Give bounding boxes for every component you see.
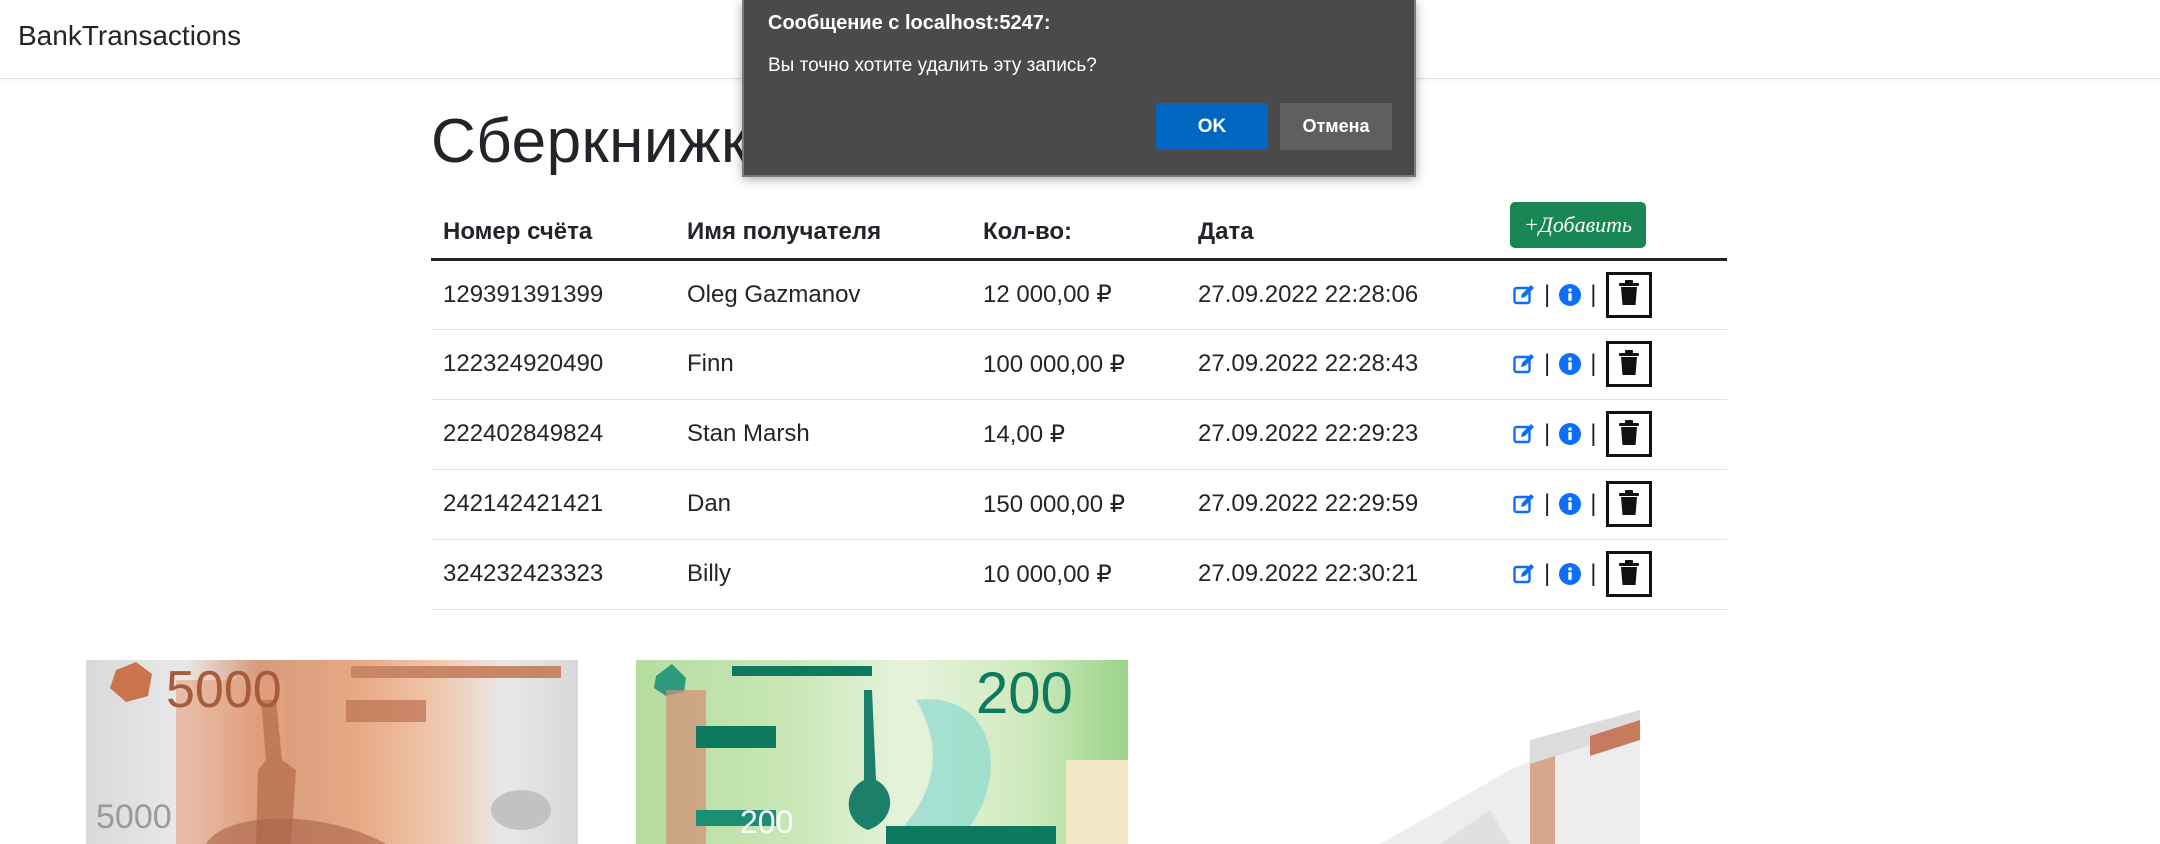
banknote-5000-big-numeral: 5000 — [166, 661, 282, 719]
row-actions: | | — [1510, 341, 1715, 387]
transactions-table: Номер счёта Имя получателя Кол-во: Дата … — [431, 196, 1727, 610]
table-row: 324232423323 Billy 10 000,00 ₽ 27.09.202… — [431, 539, 1727, 610]
info-icon[interactable] — [1556, 490, 1584, 518]
info-icon[interactable] — [1556, 350, 1584, 378]
cell-account: 122324920490 — [431, 329, 675, 400]
action-separator: | — [1544, 490, 1551, 517]
table-row: 242142421421 Dan 150 000,00 ₽ 27.09.2022… — [431, 469, 1727, 540]
delete-button[interactable] — [1606, 271, 1653, 318]
banknote-5000-small-numeral: 5000 — [96, 798, 172, 836]
info-icon[interactable] — [1556, 560, 1584, 588]
banknote-stack-image — [1380, 710, 1640, 844]
action-separator: | — [1544, 420, 1551, 447]
cell-account: 222402849824 — [431, 399, 675, 470]
cell-account: 324232423323 — [431, 539, 675, 610]
edit-icon[interactable] — [1510, 281, 1538, 309]
brand-link[interactable]: BankTransactions — [18, 20, 241, 52]
banknote-200-big-numeral: 200 — [976, 661, 1073, 726]
cell-actions: | | — [1502, 539, 1727, 610]
cell-date: 27.09.2022 22:29:59 — [1186, 469, 1502, 540]
header-date: Дата — [1186, 196, 1502, 261]
delete-button[interactable] — [1606, 481, 1653, 527]
cell-amount: 100 000,00 ₽ — [971, 329, 1186, 400]
header-amount: Кол-во: — [971, 196, 1186, 261]
trash-icon — [1618, 419, 1640, 449]
confirm-dialog: Сообщение с localhost:5247: Вы точно хот… — [742, 0, 1416, 177]
edit-icon[interactable] — [1510, 420, 1538, 448]
cell-amount: 10 000,00 ₽ — [971, 539, 1186, 610]
cell-recipient: Oleg Gazmanov — [675, 259, 971, 330]
trash-icon — [1618, 349, 1640, 379]
table-row: 222402849824 Stan Marsh 14,00 ₽ 27.09.20… — [431, 399, 1727, 470]
dialog-message: Вы точно хотите удалить эту запись? — [768, 55, 1097, 76]
row-actions: | | — [1510, 411, 1715, 457]
action-separator: | — [1544, 280, 1551, 308]
dialog-cancel-button[interactable]: Отмена — [1280, 103, 1392, 150]
action-separator: | — [1590, 560, 1597, 587]
table-row: 122324920490 Finn 100 000,00 ₽ 27.09.202… — [431, 329, 1727, 400]
delete-button[interactable] — [1606, 411, 1653, 457]
action-separator: | — [1590, 420, 1597, 447]
trash-icon — [1618, 280, 1640, 309]
header-actions: +Добавить — [1502, 196, 1727, 261]
cell-recipient: Billy — [675, 539, 971, 610]
info-icon[interactable] — [1556, 281, 1584, 309]
info-icon[interactable] — [1556, 420, 1584, 448]
edit-icon[interactable] — [1510, 560, 1538, 588]
cell-actions: | | — [1502, 399, 1727, 470]
action-separator: | — [1590, 280, 1597, 308]
table-header-row: Номер счёта Имя получателя Кол-во: Дата … — [431, 196, 1727, 261]
transactions-table-wrap: Номер счёта Имя получателя Кол-во: Дата … — [431, 196, 1727, 610]
trash-icon — [1618, 559, 1640, 589]
cell-account: 242142421421 — [431, 469, 675, 540]
table-row: 129391391399 Oleg Gazmanov 12 000,00 ₽ 2… — [431, 259, 1727, 330]
delete-button[interactable] — [1606, 551, 1653, 597]
edit-icon[interactable] — [1510, 350, 1538, 378]
cell-date: 27.09.2022 22:29:23 — [1186, 399, 1502, 470]
cell-amount: 150 000,00 ₽ — [971, 469, 1186, 540]
edit-icon[interactable] — [1510, 490, 1538, 518]
add-button[interactable]: +Добавить — [1510, 201, 1647, 248]
cell-actions: | | — [1502, 329, 1727, 400]
cell-amount: 12 000,00 ₽ — [971, 259, 1186, 330]
action-separator: | — [1590, 490, 1597, 517]
cell-account: 129391391399 — [431, 259, 675, 330]
action-separator: | — [1544, 560, 1551, 587]
action-separator: | — [1590, 350, 1597, 377]
delete-button[interactable] — [1606, 341, 1653, 387]
header-account: Номер счёта — [431, 196, 675, 261]
banknote-200-small-numeral: 200 — [740, 804, 794, 840]
banknote-5000-image: 5000 5000 — [86, 660, 578, 844]
cell-date: 27.09.2022 22:28:06 — [1186, 259, 1502, 330]
action-separator: | — [1544, 350, 1551, 377]
trash-icon — [1618, 489, 1640, 519]
header-recipient: Имя получателя — [675, 196, 971, 261]
dialog-ok-button[interactable]: OK — [1156, 103, 1268, 150]
cell-recipient: Finn — [675, 329, 971, 400]
cell-amount: 14,00 ₽ — [971, 399, 1186, 470]
cell-actions: | | — [1502, 259, 1727, 330]
banknote-200-image: 200 200 — [636, 660, 1128, 844]
cell-date: 27.09.2022 22:28:43 — [1186, 329, 1502, 400]
cell-recipient: Stan Marsh — [675, 399, 971, 470]
row-actions: | | — [1510, 551, 1715, 597]
cell-actions: | | — [1502, 469, 1727, 540]
page-title: Сберкнижка — [431, 107, 785, 176]
dialog-title: Сообщение с localhost:5247: — [768, 12, 1051, 34]
row-actions: | | — [1510, 271, 1715, 318]
cell-recipient: Dan — [675, 469, 971, 540]
row-actions: | | — [1510, 481, 1715, 527]
cell-date: 27.09.2022 22:30:21 — [1186, 539, 1502, 610]
